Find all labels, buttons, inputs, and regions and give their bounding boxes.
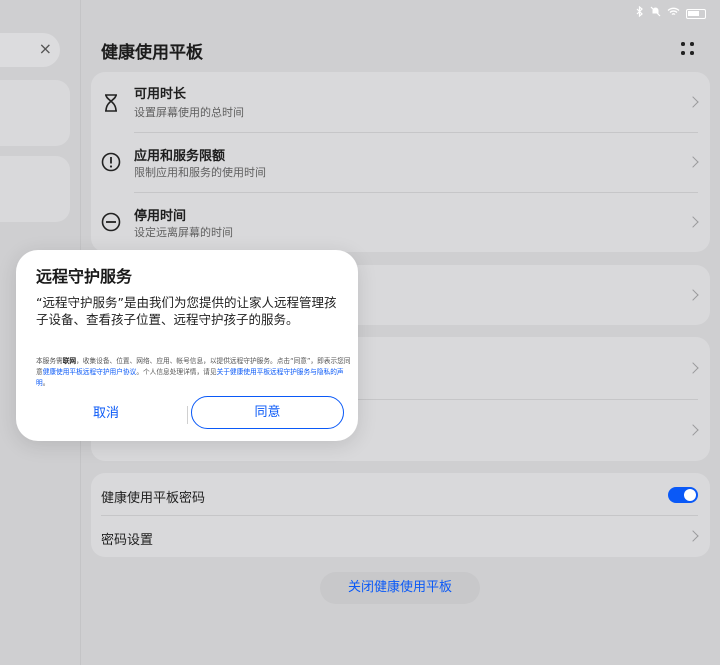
settings-item-usage-time[interactable]: 可用时长 设置屏幕使用的总时间: [91, 72, 710, 132]
password-toggle[interactable]: [668, 487, 698, 503]
password-settings-label: 密码设置: [101, 533, 154, 548]
chevron-right-icon: [687, 289, 699, 301]
cancel-button[interactable]: 取消: [36, 398, 176, 430]
dialog-body: “远程守护服务”是由我们为您提供的让家人远程管理孩子设备、查看孩子位置、远程守护…: [36, 295, 337, 327]
settings-item-subtitle: 限制应用和服务的使用时间: [134, 166, 266, 179]
page-title: 健康使用平板: [101, 43, 203, 63]
hourglass-icon: [101, 93, 121, 113]
user-agreement-link[interactable]: 健康使用平板远程守护用户协议: [43, 368, 137, 376]
password-toggle-label: 健康使用平板密码: [101, 491, 206, 506]
close-icon[interactable]: ×: [39, 39, 52, 58]
dialog-notice: 本服务需联网，收集设备、位置、网络、应用、帐号信息，以提供远程守护服务。点击“同…: [36, 356, 351, 389]
search-bar[interactable]: ×: [0, 33, 60, 67]
chevron-right-icon: [687, 96, 699, 108]
settings-item-title: 停用时间: [134, 209, 187, 224]
chevron-right-icon: [687, 530, 699, 542]
left-list-card[interactable]: [0, 156, 70, 222]
chevron-right-icon: [687, 424, 699, 436]
notice-text: 。个人信息处理详情，请见: [136, 368, 217, 376]
alert-circle-icon: [101, 152, 121, 172]
remote-guard-dialog: 远程守护服务 “远程守护服务”是由我们为您提供的让家人远程管理孩子设备、查看孩子…: [16, 250, 358, 441]
chevron-right-icon: [687, 156, 699, 168]
minus-circle-icon: [101, 212, 121, 232]
battery-icon: [686, 9, 706, 19]
chevron-right-icon: [687, 362, 699, 374]
password-card: 健康使用平板密码 密码设置: [91, 473, 710, 557]
settings-item-subtitle: 设定远离屏幕的时间: [134, 226, 233, 239]
status-icons: [636, 5, 706, 22]
screen-time-card: 可用时长 设置屏幕使用的总时间 应用和服务限额 限制应用和服务的使用时间 停用时…: [91, 72, 710, 252]
close-healthy-use-button[interactable]: 关闭健康使用平板: [320, 572, 480, 604]
more-icon[interactable]: [680, 41, 696, 57]
password-settings-row[interactable]: 密码设置: [91, 515, 710, 557]
status-bar: [0, 0, 720, 28]
bluetooth-icon: [636, 5, 644, 22]
settings-item-subtitle: 设置屏幕使用的总时间: [134, 106, 244, 119]
agree-button[interactable]: 同意: [191, 396, 344, 429]
settings-item-title: 应用和服务限额: [134, 149, 226, 164]
silent-icon: [650, 6, 661, 22]
settings-item-title: 可用时长: [134, 87, 187, 102]
chevron-right-icon: [687, 216, 699, 228]
notice-text: 本服务需: [36, 357, 63, 365]
dialog-title: 远程守护服务: [36, 267, 133, 286]
settings-item-app-limits[interactable]: 应用和服务限额 限制应用和服务的使用时间: [91, 132, 710, 192]
notice-text: 。: [42, 379, 50, 387]
settings-item-downtime[interactable]: 停用时间 设定远离屏幕的时间: [91, 192, 710, 252]
left-list-card[interactable]: [0, 80, 70, 146]
button-divider: [187, 406, 188, 424]
wifi-icon: [667, 7, 680, 22]
password-toggle-row: 健康使用平板密码: [91, 473, 710, 515]
notice-bold: 联网: [62, 357, 77, 365]
